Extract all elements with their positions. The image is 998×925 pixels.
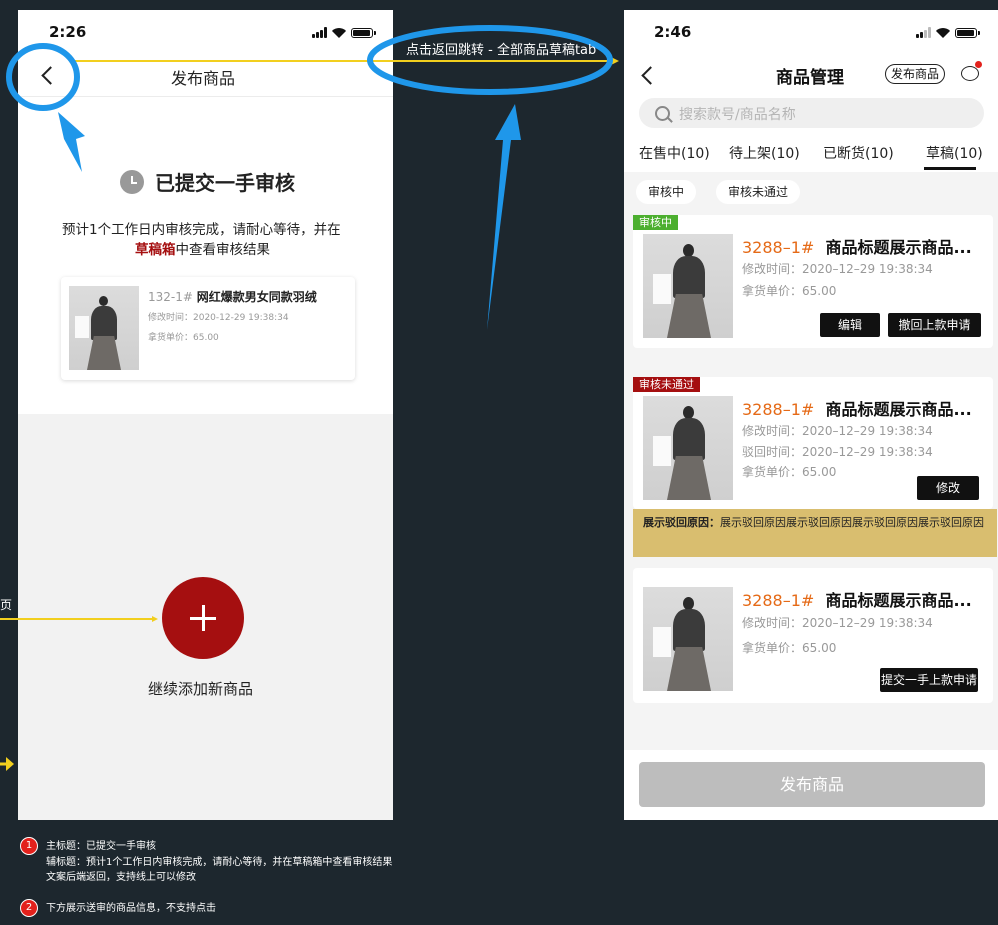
edge-arrow-head — [6, 757, 14, 771]
annotation-overlay — [0, 25, 619, 771]
blue-pointer-middle — [487, 104, 521, 330]
note-2-line-1: 下方展示送审的商品信息，不支持点击 — [46, 903, 216, 914]
back-button-highlight — [6, 43, 80, 111]
note-1-line-2: 辅标题：预计1个工作日内审核完成，请耐心等待，并在草稿箱中查看审核结果 — [46, 857, 393, 868]
annotation-line-head — [152, 616, 158, 622]
blue-pointer-left — [58, 112, 85, 172]
note-1-line-1: 主标题：已提交一手审核 — [46, 841, 156, 852]
note-1-line-3: 文案后端返回，支持线上可以修改 — [46, 872, 196, 883]
annotation-label: 点击返回跳转 - 全部商品草稿tab — [406, 43, 597, 58]
note-number-badge: 2 — [20, 899, 38, 917]
left-edge-text: 页 — [0, 598, 13, 612]
note-number-badge: 1 — [20, 837, 38, 855]
